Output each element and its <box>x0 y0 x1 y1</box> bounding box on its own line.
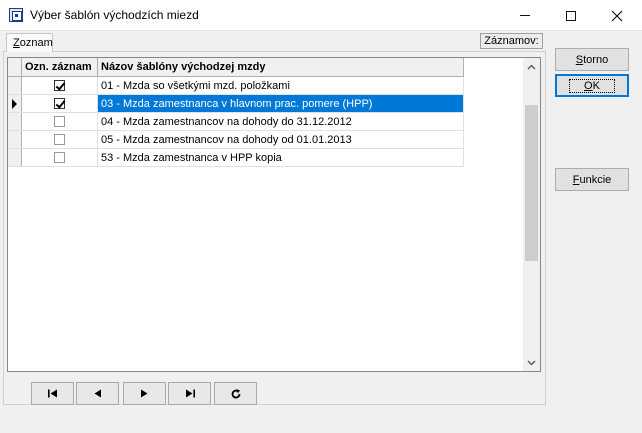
storno-mnemonic: S <box>575 53 584 66</box>
tab-zoznam[interactable]: Zoznam <box>6 33 53 52</box>
next-record-icon <box>141 389 148 398</box>
table-row[interactable]: 03 - Mzda zamestnanca v hlavnom prac. po… <box>8 95 464 113</box>
maximize-button[interactable] <box>548 0 594 31</box>
ok-focus-box: OK <box>569 78 615 93</box>
mark-checkbox[interactable] <box>54 134 65 145</box>
funkcie-label: unkcie <box>579 173 612 186</box>
storno-label: torno <box>583 53 609 66</box>
row-indicator[interactable] <box>8 131 22 148</box>
template-name-cell[interactable]: 04 - Mzda zamestnancov na dohody do 31.1… <box>98 113 464 130</box>
refresh-button[interactable] <box>214 382 257 405</box>
refresh-icon <box>231 388 240 398</box>
last-record-icon <box>185 389 195 398</box>
first-record-icon <box>47 389 57 398</box>
previous-record-icon <box>94 389 101 398</box>
last-record-button[interactable] <box>168 382 211 405</box>
current-row-pointer-icon <box>12 99 17 109</box>
column-header-mark[interactable]: Ozn. záznam <box>22 58 98 76</box>
column-header-name[interactable]: Názov šablóny východzej mzdy <box>98 58 464 76</box>
mark-cell <box>22 77 98 94</box>
minimize-button[interactable] <box>502 0 548 31</box>
grid-header: Ozn. záznam Názov šablóny východzej mzdy <box>8 58 464 77</box>
row-indicator[interactable] <box>8 77 22 94</box>
table-row[interactable]: 01 - Mzda so všetkými mzd. položkami <box>8 77 464 95</box>
mark-checkbox[interactable] <box>54 80 65 91</box>
row-indicator[interactable] <box>8 113 22 130</box>
chevron-down-icon <box>527 360 536 365</box>
templates-grid[interactable]: Ozn. záznam Názov šablóny východzej mzdy… <box>7 57 541 372</box>
template-name-cell[interactable]: 05 - Mzda zamestnancov na dohody od 01.0… <box>98 131 464 148</box>
tab-zoznam-label: oznam <box>19 37 53 49</box>
grid-rows: 01 - Mzda so všetkými mzd. položkami 03 -… <box>8 77 464 167</box>
ok-button[interactable]: OK <box>555 74 629 97</box>
row-indicator[interactable] <box>8 149 22 166</box>
window-title: Výber šablón východzích miezd <box>30 8 199 22</box>
close-button[interactable] <box>594 0 640 31</box>
tab-zoznam-mnemonic: Z <box>13 37 20 49</box>
close-icon <box>611 10 623 21</box>
mark-cell <box>22 149 98 166</box>
table-row[interactable]: 53 - Mzda zamestnanca v HPP kopia <box>8 149 464 167</box>
next-record-button[interactable] <box>123 382 166 405</box>
template-name-cell[interactable]: 53 - Mzda zamestnanca v HPP kopia <box>98 149 464 166</box>
mark-checkbox[interactable] <box>54 98 65 109</box>
mark-checkbox[interactable] <box>54 116 65 127</box>
mark-checkbox[interactable] <box>54 152 65 163</box>
scroll-up-button[interactable] <box>523 58 540 75</box>
minimize-icon <box>520 15 530 16</box>
chevron-up-icon <box>527 64 536 69</box>
template-name-cell[interactable]: 01 - Mzda so všetkými mzd. položkami <box>98 77 464 94</box>
previous-record-button[interactable] <box>76 382 119 405</box>
table-row[interactable]: 05 - Mzda zamestnancov na dohody od 01.0… <box>8 131 464 149</box>
title-bar: Výber šablón východzích miezd <box>0 0 642 31</box>
record-count-label: Záznamov: <box>480 33 543 49</box>
funkcie-button[interactable]: Funkcie <box>555 168 629 191</box>
vertical-scrollbar[interactable] <box>523 58 540 371</box>
scrollbar-thumb[interactable] <box>525 105 538 261</box>
table-row[interactable]: 04 - Mzda zamestnancov na dohody do 31.1… <box>8 113 464 131</box>
row-indicator[interactable] <box>8 95 22 112</box>
app-icon <box>9 8 23 22</box>
row-indicator-header <box>8 58 22 76</box>
maximize-icon <box>566 10 576 21</box>
ok-mnemonic: O <box>584 79 593 92</box>
ok-label: K <box>592 79 600 92</box>
template-name-cell[interactable]: 03 - Mzda zamestnanca v hlavnom prac. po… <box>98 95 464 112</box>
mark-cell <box>22 131 98 148</box>
record-navigator <box>7 376 541 405</box>
mark-cell <box>22 113 98 130</box>
scroll-down-button[interactable] <box>523 354 540 371</box>
funkcie-mnemonic: F <box>572 173 580 186</box>
storno-button[interactable]: Storno <box>555 48 629 71</box>
first-record-button[interactable] <box>31 382 74 405</box>
mark-cell <box>22 95 98 112</box>
